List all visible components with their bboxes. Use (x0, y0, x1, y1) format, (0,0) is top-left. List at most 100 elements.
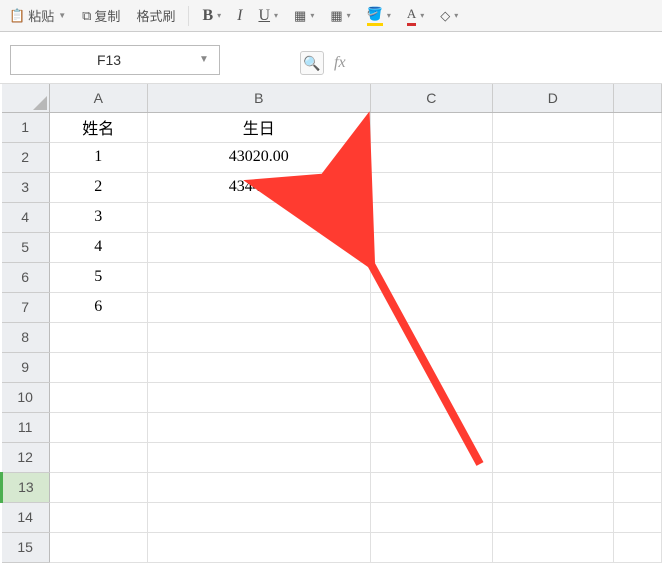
cell[interactable] (147, 262, 370, 292)
cell[interactable] (492, 292, 614, 322)
cell[interactable] (147, 502, 370, 532)
cell[interactable]: 5 (49, 262, 147, 292)
cell[interactable] (370, 502, 492, 532)
cell[interactable] (614, 322, 662, 352)
row-header[interactable]: 14 (2, 502, 50, 532)
cell[interactable] (614, 202, 662, 232)
cell[interactable] (147, 352, 370, 382)
row-header[interactable]: 7 (2, 292, 50, 322)
row-header[interactable]: 9 (2, 352, 50, 382)
bold-button[interactable]: B▾ (197, 5, 226, 27)
cell[interactable] (370, 352, 492, 382)
cell[interactable] (147, 202, 370, 232)
cell[interactable] (147, 412, 370, 442)
row-header[interactable]: 4 (2, 202, 50, 232)
fx-icon[interactable]: fx (334, 54, 346, 72)
cell[interactable] (147, 382, 370, 412)
column-header-D[interactable]: D (492, 84, 614, 112)
cell[interactable] (614, 292, 662, 322)
cell[interactable] (492, 112, 614, 142)
cell[interactable] (370, 112, 492, 142)
cell[interactable] (492, 442, 614, 472)
cell[interactable] (147, 322, 370, 352)
cell[interactable]: 3 (49, 202, 147, 232)
cell[interactable] (370, 532, 492, 562)
cell[interactable] (492, 532, 614, 562)
copy-button[interactable]: ⧉ 复制 (77, 4, 125, 27)
cell[interactable] (370, 232, 492, 262)
zoom-icon[interactable]: 🔍 (300, 51, 324, 75)
clear-button[interactable]: ◇▾ (435, 6, 463, 26)
row-header[interactable]: 10 (2, 382, 50, 412)
border-button[interactable]: ▦▾ (289, 6, 319, 26)
cell[interactable] (614, 472, 662, 502)
cell[interactable] (370, 382, 492, 412)
cell[interactable] (492, 232, 614, 262)
cell[interactable]: 6 (49, 292, 147, 322)
cell[interactable] (492, 142, 614, 172)
cell[interactable] (492, 352, 614, 382)
column-header-A[interactable]: A (49, 84, 147, 112)
cell[interactable] (370, 262, 492, 292)
row-header-selected[interactable]: 13 (2, 472, 50, 502)
italic-button[interactable]: I (232, 5, 247, 27)
cell[interactable]: 4 (49, 232, 147, 262)
cell[interactable] (614, 172, 662, 202)
cell[interactable] (492, 322, 614, 352)
cell[interactable] (492, 262, 614, 292)
cell[interactable] (49, 382, 147, 412)
fill-color-button[interactable]: 🪣▾ (362, 4, 396, 28)
cell[interactable] (147, 292, 370, 322)
cell[interactable] (492, 382, 614, 412)
cell[interactable] (614, 232, 662, 262)
cell[interactable] (370, 172, 492, 202)
row-header[interactable]: 5 (2, 232, 50, 262)
select-all-corner[interactable] (2, 84, 50, 112)
cell[interactable]: 生日 (147, 112, 370, 142)
cell-style-button[interactable]: ▦▾ (325, 6, 355, 26)
cell[interactable] (614, 502, 662, 532)
cell[interactable] (492, 202, 614, 232)
cell[interactable] (49, 442, 147, 472)
row-header[interactable]: 12 (2, 442, 50, 472)
cell[interactable]: 43444.00 (147, 172, 370, 202)
column-header-B[interactable]: B (147, 84, 370, 112)
row-header[interactable]: 15 (2, 532, 50, 562)
cell[interactable] (614, 532, 662, 562)
format-painter-button[interactable]: 格式刷 (131, 4, 180, 27)
cell[interactable] (49, 412, 147, 442)
cell[interactable] (370, 412, 492, 442)
cell[interactable] (49, 352, 147, 382)
column-header-C[interactable]: C (370, 84, 492, 112)
cell[interactable] (370, 442, 492, 472)
cell[interactable] (147, 532, 370, 562)
cell[interactable] (49, 322, 147, 352)
cell[interactable] (370, 202, 492, 232)
row-header[interactable]: 2 (2, 142, 50, 172)
cell[interactable] (492, 472, 614, 502)
row-header[interactable]: 1 (2, 112, 50, 142)
cell[interactable] (370, 142, 492, 172)
cell[interactable] (147, 232, 370, 262)
cell[interactable] (370, 472, 492, 502)
cell[interactable] (614, 442, 662, 472)
cell[interactable] (614, 142, 662, 172)
column-header-E[interactable] (614, 84, 662, 112)
row-header[interactable]: 8 (2, 322, 50, 352)
cell[interactable] (492, 172, 614, 202)
cell[interactable] (49, 472, 147, 502)
font-color-button[interactable]: A▾ (402, 4, 429, 28)
cell[interactable] (614, 412, 662, 442)
row-header[interactable]: 11 (2, 412, 50, 442)
cell[interactable]: 姓名 (49, 112, 147, 142)
cell[interactable] (147, 472, 370, 502)
cell[interactable] (614, 112, 662, 142)
cell[interactable] (492, 502, 614, 532)
row-header[interactable]: 3 (2, 172, 50, 202)
cell[interactable] (370, 292, 492, 322)
paste-button[interactable]: 📋 粘贴 ▼ (4, 4, 71, 27)
cell[interactable] (370, 322, 492, 352)
name-box[interactable]: F13 ▼ (10, 45, 220, 75)
cell[interactable] (614, 382, 662, 412)
cell[interactable]: 1 (49, 142, 147, 172)
